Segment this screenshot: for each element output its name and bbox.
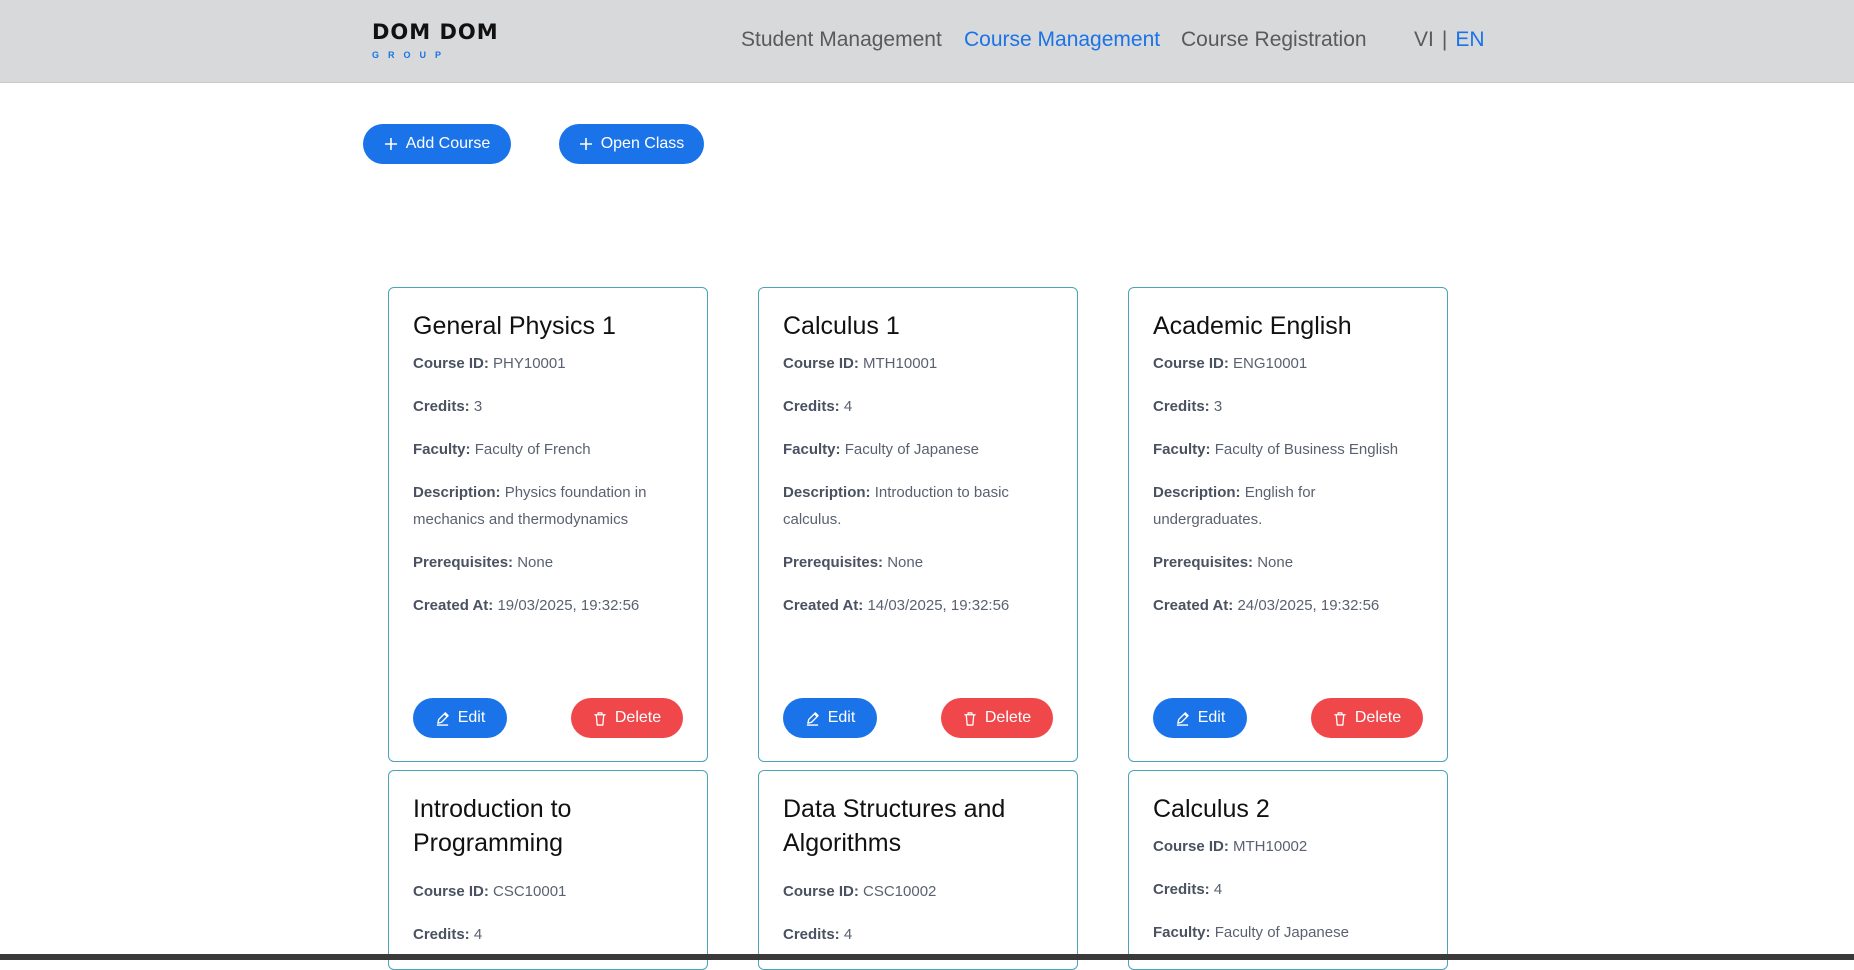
course-card: General Physics 1 Course ID: PHY10001 Cr… (388, 287, 708, 762)
faculty-row: Faculty: Faculty of Business English (1153, 441, 1399, 458)
prerequisites-row: Prerequisites: None (413, 554, 554, 571)
taskbar-strip (0, 954, 1854, 960)
edit-button[interactable]: Edit (1153, 698, 1247, 738)
course-id-row: Course ID: MTH10001 (783, 355, 938, 372)
faculty-row: Faculty: Faculty of Japanese (1153, 924, 1349, 941)
nav-course-management[interactable]: Course Management (964, 28, 1160, 52)
pencil-icon (436, 711, 449, 726)
course-card: Introduction to Programming Course ID: C… (388, 770, 708, 970)
prerequisites-row: Prerequisites: None (1153, 554, 1294, 571)
top-navbar: DOM DOM GROUP Student Management Course … (0, 0, 1854, 83)
credits-row: Credits: 4 (783, 926, 853, 943)
course-name: General Physics 1 (413, 312, 616, 340)
lang-en[interactable]: EN (1455, 28, 1484, 51)
logo-sub-text: GROUP (372, 50, 451, 60)
trash-icon (1334, 711, 1346, 726)
trash-icon (594, 711, 606, 726)
course-card: Data Structures and Algorithms Course ID… (758, 770, 1078, 970)
delete-button[interactable]: Delete (1311, 698, 1423, 738)
add-course-label: Add Course (405, 135, 491, 152)
delete-label: Delete (1354, 709, 1402, 726)
prerequisites-row: Prerequisites: None (783, 554, 924, 571)
trash-icon (964, 711, 976, 726)
faculty-row: Faculty: Faculty of Japanese (783, 441, 979, 458)
created-at-row: Created At: 19/03/2025, 19:32:56 (413, 597, 640, 614)
course-name: Introduction to Programming (413, 795, 572, 857)
pencil-icon (1176, 711, 1189, 726)
credits-row: Credits: 4 (413, 926, 483, 943)
edit-label: Edit (827, 709, 856, 726)
description-row: Description: English for undergraduates. (1153, 484, 1316, 528)
plus-icon (579, 138, 592, 150)
delete-button[interactable]: Delete (571, 698, 683, 738)
description-row: Description: Physics foundation in mecha… (413, 484, 647, 528)
credits-row: Credits: 4 (1153, 881, 1223, 898)
lang-separator: | (1441, 28, 1448, 51)
language-switcher: VI | EN (1414, 28, 1485, 52)
logo-main-text: DOM DOM (372, 20, 499, 44)
created-at-row: Created At: 14/03/2025, 19:32:56 (783, 597, 1010, 614)
description-row: Description: Introduction to basic calcu… (783, 484, 1009, 528)
credits-row: Credits: 4 (783, 398, 853, 415)
credits-row: Credits: 3 (413, 398, 483, 415)
course-name: Calculus 1 (783, 312, 900, 340)
plus-icon (384, 138, 397, 150)
edit-label: Edit (1197, 709, 1226, 726)
open-class-label: Open Class (600, 135, 685, 152)
add-course-button[interactable]: Add Course (363, 124, 511, 164)
edit-label: Edit (457, 709, 486, 726)
lang-vi[interactable]: VI (1414, 28, 1434, 51)
created-at-row: Created At: 24/03/2025, 19:32:56 (1153, 597, 1380, 614)
course-id-row: Course ID: CSC10002 (783, 883, 937, 900)
course-card: Academic English Course ID: ENG10001 Cre… (1128, 287, 1448, 762)
course-id-row: Course ID: CSC10001 (413, 883, 567, 900)
delete-label: Delete (984, 709, 1032, 726)
course-name: Calculus 2 (1153, 795, 1270, 823)
course-name: Data Structures and Algorithms (783, 795, 1006, 857)
open-class-button[interactable]: Open Class (559, 124, 704, 164)
edit-button[interactable]: Edit (413, 698, 507, 738)
nav-student-management[interactable]: Student Management (741, 28, 942, 52)
course-id-row: Course ID: ENG10001 (1153, 355, 1308, 372)
course-card: Calculus 2 Course ID: MTH10002 Credits: … (1128, 770, 1448, 970)
course-card: Calculus 1 Course ID: MTH10001 Credits: … (758, 287, 1078, 762)
delete-button[interactable]: Delete (941, 698, 1053, 738)
course-name: Academic English (1153, 312, 1352, 340)
delete-label: Delete (614, 709, 662, 726)
course-id-row: Course ID: PHY10001 (413, 355, 566, 372)
edit-button[interactable]: Edit (783, 698, 877, 738)
credits-row: Credits: 3 (1153, 398, 1223, 415)
nav-course-registration[interactable]: Course Registration (1181, 28, 1367, 52)
faculty-row: Faculty: Faculty of French (413, 441, 591, 458)
pencil-icon (806, 711, 819, 726)
logo[interactable]: DOM DOM GROUP (372, 20, 499, 60)
course-id-row: Course ID: MTH10002 (1153, 838, 1308, 855)
